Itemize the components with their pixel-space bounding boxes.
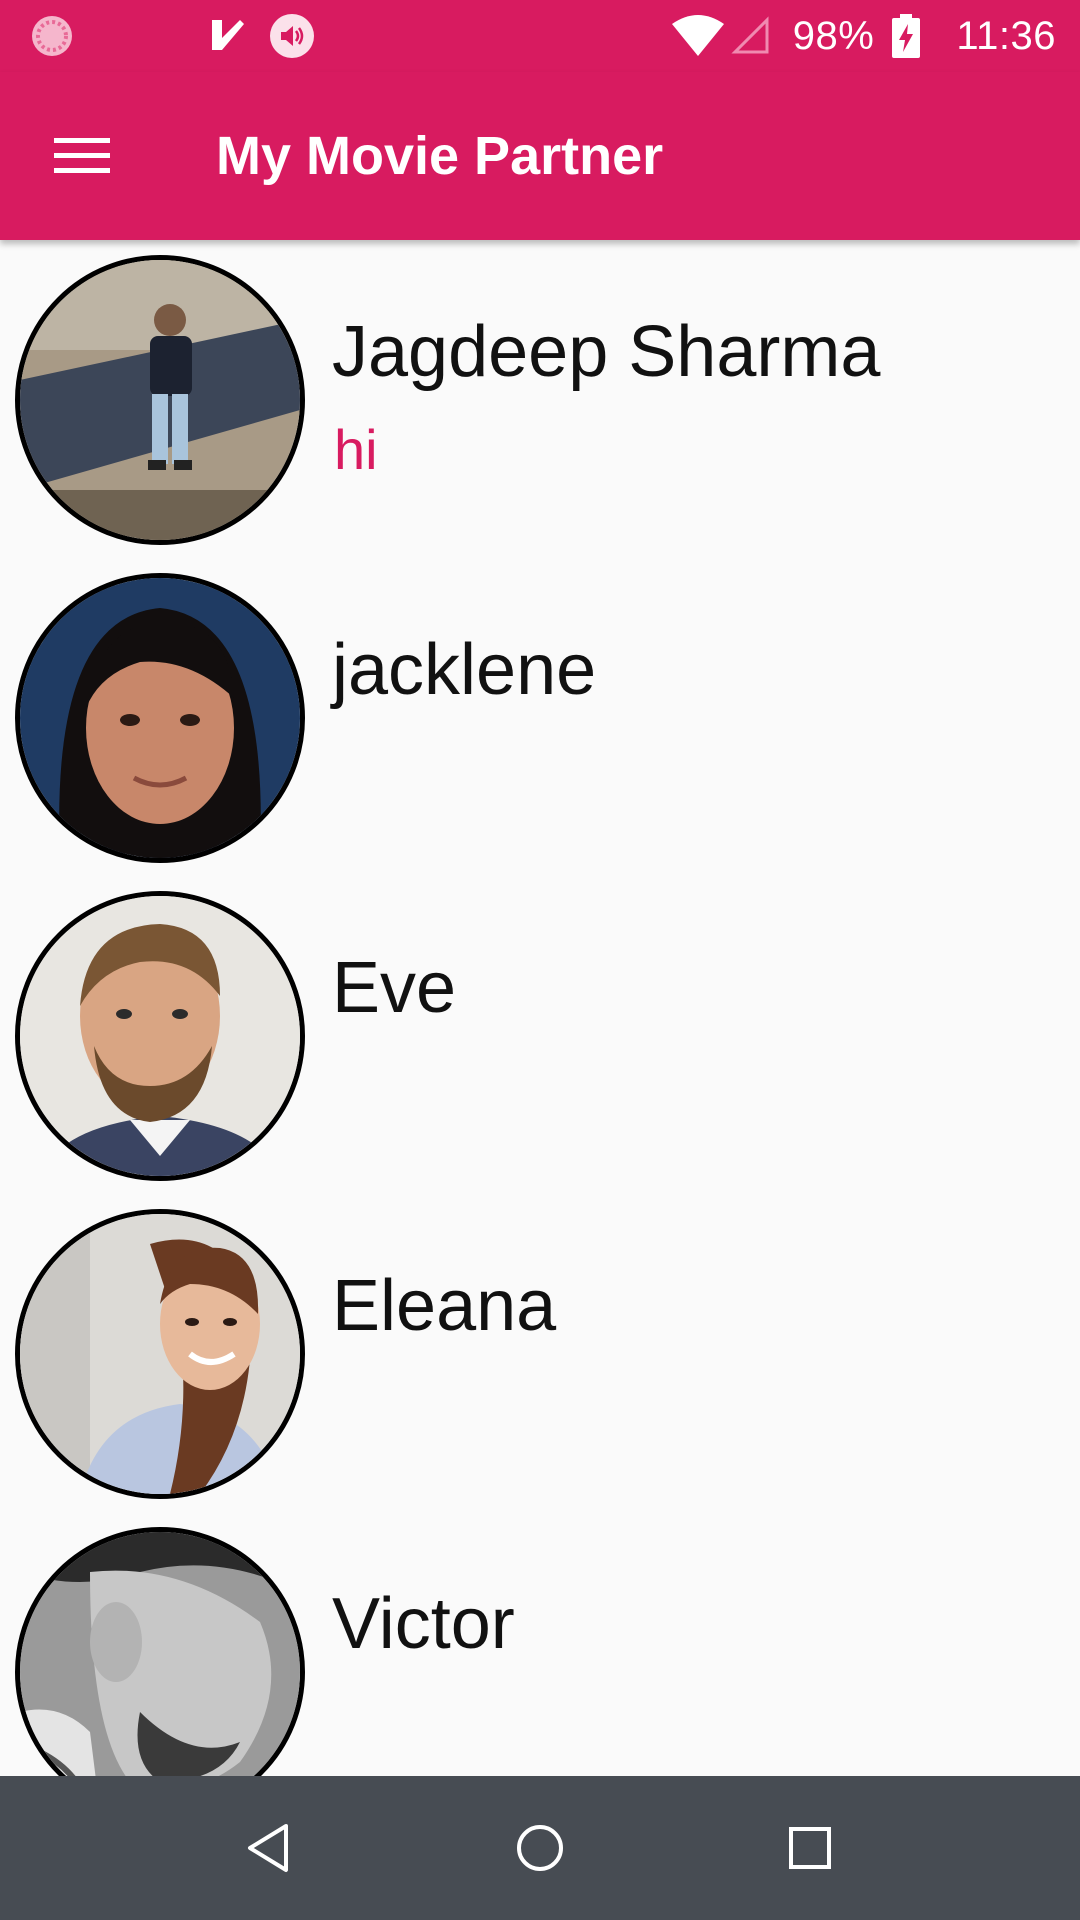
- contact-last-message: hi: [334, 418, 378, 481]
- avatar: [15, 573, 305, 863]
- battery-percent: 98%: [792, 13, 875, 58]
- avatar-photo-victor: [20, 1532, 300, 1776]
- status-bar-left: [30, 12, 316, 60]
- avatar-photo-eleana: [20, 1214, 300, 1494]
- avatar-photo-eve: [20, 896, 300, 1176]
- wifi-icon: [671, 14, 725, 58]
- contact-name: Victor: [332, 1584, 515, 1664]
- volume-icon: [268, 12, 316, 60]
- screen: 98% 11:36 My Movie Partner Jagdeep Sharm…: [0, 0, 1080, 1920]
- sync-icon: [30, 14, 74, 58]
- avatar-photo-jacklene: [20, 578, 300, 858]
- recents-icon: [789, 1827, 831, 1869]
- home-button[interactable]: [490, 1798, 590, 1898]
- contact-list[interactable]: Jagdeep Sharma hi jacklene Eve Eleana Vi…: [0, 240, 1080, 1776]
- battery-charging-icon: [892, 14, 921, 58]
- cell-signal-icon: [731, 16, 771, 56]
- back-icon: [248, 1824, 288, 1872]
- menu-button[interactable]: [40, 114, 124, 198]
- avatar: [15, 1527, 305, 1776]
- contact-name: Jagdeep Sharma: [332, 312, 881, 392]
- avatar: [15, 1209, 305, 1499]
- contact-name: Eve: [332, 948, 457, 1028]
- recents-button[interactable]: [760, 1798, 860, 1898]
- avatar-photo-jagdeep: [20, 260, 300, 540]
- app-bar: My Movie Partner: [0, 72, 1080, 240]
- back-button[interactable]: [218, 1798, 318, 1898]
- clock: 11:36: [956, 13, 1056, 58]
- navigation-bar: [0, 1776, 1080, 1920]
- contact-item[interactable]: Jagdeep Sharma hi: [0, 240, 1080, 558]
- task-check-icon: [208, 16, 248, 56]
- contact-item[interactable]: Eleana: [0, 1194, 1080, 1512]
- contact-name: jacklene: [332, 630, 597, 710]
- home-icon: [517, 1825, 563, 1871]
- contact-item[interactable]: Eve: [0, 876, 1080, 1194]
- status-bar: 98% 11:36: [0, 0, 1080, 72]
- contact-name: Eleana: [332, 1266, 557, 1346]
- avatar: [15, 891, 305, 1181]
- status-bar-right: 98% 11:36: [671, 12, 1056, 60]
- hamburger-menu-icon: [54, 138, 110, 173]
- contact-item[interactable]: jacklene: [0, 558, 1080, 876]
- app-title: My Movie Partner: [216, 126, 664, 186]
- contact-item[interactable]: Victor: [0, 1512, 1080, 1776]
- avatar: [15, 255, 305, 545]
